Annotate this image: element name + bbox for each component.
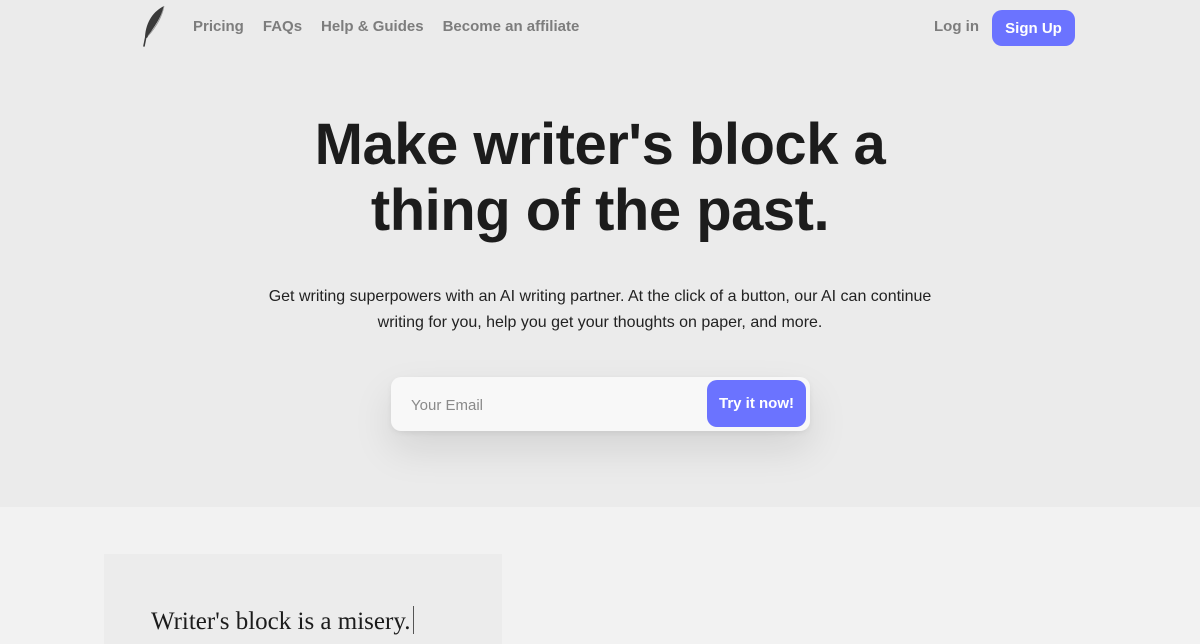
try-it-now-button[interactable]: Try it now! bbox=[707, 380, 806, 427]
editor-text-line[interactable]: Writer's block is a misery. bbox=[151, 606, 415, 636]
email-signup-form: Try it now! bbox=[391, 377, 810, 431]
subtext-line-1: Get writing superpowers with an AI writi… bbox=[268, 288, 932, 305]
top-nav: Pricing FAQs Help & Guides Become an aff… bbox=[0, 0, 1200, 56]
headline-line-1: Make writer's block a bbox=[314, 112, 886, 177]
nav-links: Pricing FAQs Help & Guides Become an aff… bbox=[193, 18, 579, 35]
nav-link-faqs[interactable]: FAQs bbox=[263, 18, 302, 35]
feather-icon[interactable] bbox=[142, 5, 168, 47]
editor-demo-panel: Writer's block is a misery. bbox=[104, 554, 502, 644]
nav-link-affiliate[interactable]: Become an affiliate bbox=[443, 18, 580, 35]
hero-subtext: Get writing superpowers with an AI writi… bbox=[240, 284, 960, 336]
nav-link-help-guides[interactable]: Help & Guides bbox=[321, 18, 424, 35]
hero-headline: Make writer's block a thing of the past. bbox=[200, 112, 1000, 244]
nav-link-pricing[interactable]: Pricing bbox=[193, 18, 244, 35]
hero-section: Pricing FAQs Help & Guides Become an aff… bbox=[0, 0, 1200, 507]
email-input[interactable] bbox=[409, 392, 693, 418]
login-link[interactable]: Log in bbox=[934, 18, 979, 35]
headline-line-2: thing of the past. bbox=[370, 178, 830, 243]
subtext-line-2: writing for you, help you get your thoug… bbox=[377, 314, 823, 331]
editor-text: Writer's block is a misery. bbox=[151, 608, 411, 635]
signup-button[interactable]: Sign Up bbox=[992, 10, 1075, 46]
